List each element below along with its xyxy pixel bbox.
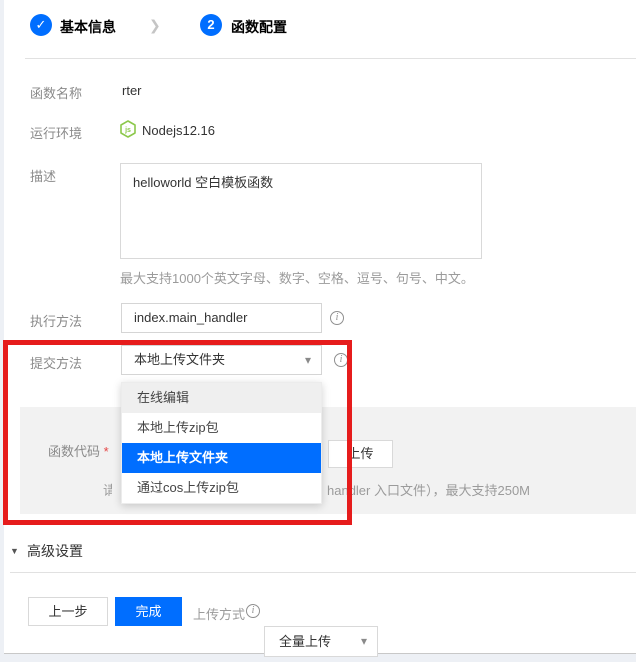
code-hint-clipped: 请	[103, 480, 112, 497]
done-button[interactable]: 完成	[115, 597, 182, 626]
chevron-down-icon: ▾	[361, 627, 367, 655]
check-icon: ✓	[36, 17, 47, 32]
step1-done-check-circle: ✓	[30, 14, 52, 36]
prev-step-button[interactable]: 上一步	[28, 597, 108, 626]
handler-label: 执行方法	[30, 311, 82, 330]
submit-method-select[interactable]: 本地上传文件夹 ▾	[121, 345, 322, 375]
upload-button[interactable]: 上传	[328, 440, 393, 468]
description-label: 描述	[30, 166, 56, 185]
header-divider	[25, 58, 636, 59]
runtime-value: Nodejs12.16	[142, 123, 215, 138]
description-hint: 最大支持1000个英文字母、数字、空格、逗号、句号、中文。	[120, 268, 474, 287]
chevron-down-icon: ▾	[305, 346, 311, 374]
chevron-right-icon: ❯	[149, 17, 161, 34]
code-hint: handler 入口文件），最大支持250M	[327, 480, 530, 499]
submit-method-label: 提交方法	[30, 353, 82, 372]
upload-mode-value: 全量上传	[279, 634, 331, 649]
function-name-label: 函数名称	[30, 83, 82, 102]
handler-info-icon[interactable]: i	[330, 311, 344, 325]
step2-label: 函数配置	[231, 17, 287, 37]
submit-method-info-icon[interactable]: i	[334, 353, 348, 367]
function-code-label: 函数代码 *	[48, 441, 109, 460]
collapse-triangle-icon[interactable]: ▼	[10, 546, 19, 556]
submit-method-value: 本地上传文件夹	[134, 352, 225, 367]
dropdown-option-online-edit[interactable]: 在线编辑	[122, 383, 321, 413]
step2-number: 2	[207, 17, 214, 32]
description-textarea[interactable]: helloworld 空白模板函数	[120, 163, 482, 259]
step1-label[interactable]: 基本信息	[60, 17, 116, 37]
submit-method-dropdown-menu: 在线编辑 本地上传zip包 本地上传文件夹 通过cos上传zip包	[121, 382, 322, 504]
upload-mode-label: 上传方式	[193, 604, 245, 623]
footer-divider	[10, 572, 636, 573]
dropdown-option-local-zip[interactable]: 本地上传zip包	[122, 413, 321, 443]
handler-input[interactable]: index.main_handler	[121, 303, 322, 333]
dropdown-option-cos-zip[interactable]: 通过cos上传zip包	[122, 473, 321, 503]
step2-number-circle: 2	[200, 14, 222, 36]
nodejs-icon: js	[119, 120, 137, 138]
function-name-value: rter	[122, 83, 142, 98]
dropdown-option-local-folder[interactable]: 本地上传文件夹	[122, 443, 321, 473]
upload-mode-info-icon[interactable]: i	[246, 604, 260, 618]
advanced-settings-toggle[interactable]: 高级设置	[27, 541, 83, 561]
svg-text:js: js	[124, 127, 131, 134]
required-asterisk: *	[104, 444, 109, 459]
upload-mode-select[interactable]: 全量上传 ▾	[264, 626, 378, 657]
runtime-label: 运行环境	[30, 123, 82, 142]
